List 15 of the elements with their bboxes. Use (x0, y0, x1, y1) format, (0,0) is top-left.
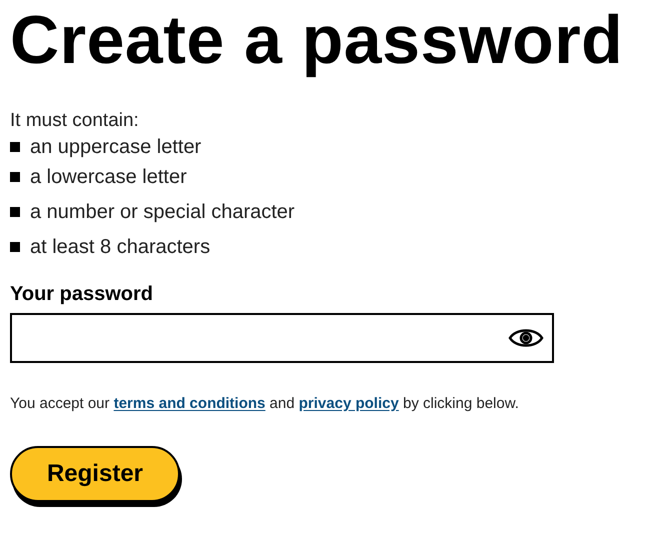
requirement-text: a lowercase letter (30, 165, 187, 190)
consent-text: You accept our terms and conditions and privacy policy by clicking below. (10, 394, 520, 414)
requirements-intro: It must contain: (10, 110, 140, 132)
bullet-icon (10, 142, 20, 152)
bullet-icon (10, 172, 20, 182)
bullet-icon (10, 207, 20, 217)
text-link[interactable]: terms and conditions (114, 395, 266, 412)
bullet-icon (10, 242, 20, 252)
page-title: Create a password (10, 1, 624, 80)
password-field[interactable] (10, 313, 554, 363)
requirement-text: a number or special character (30, 200, 295, 225)
text-link[interactable]: privacy policy (298, 395, 399, 412)
requirement-text: at least 8 characters (30, 235, 210, 260)
field-label: Your password (10, 282, 154, 307)
requirement-text: an uppercase letter (30, 135, 202, 160)
